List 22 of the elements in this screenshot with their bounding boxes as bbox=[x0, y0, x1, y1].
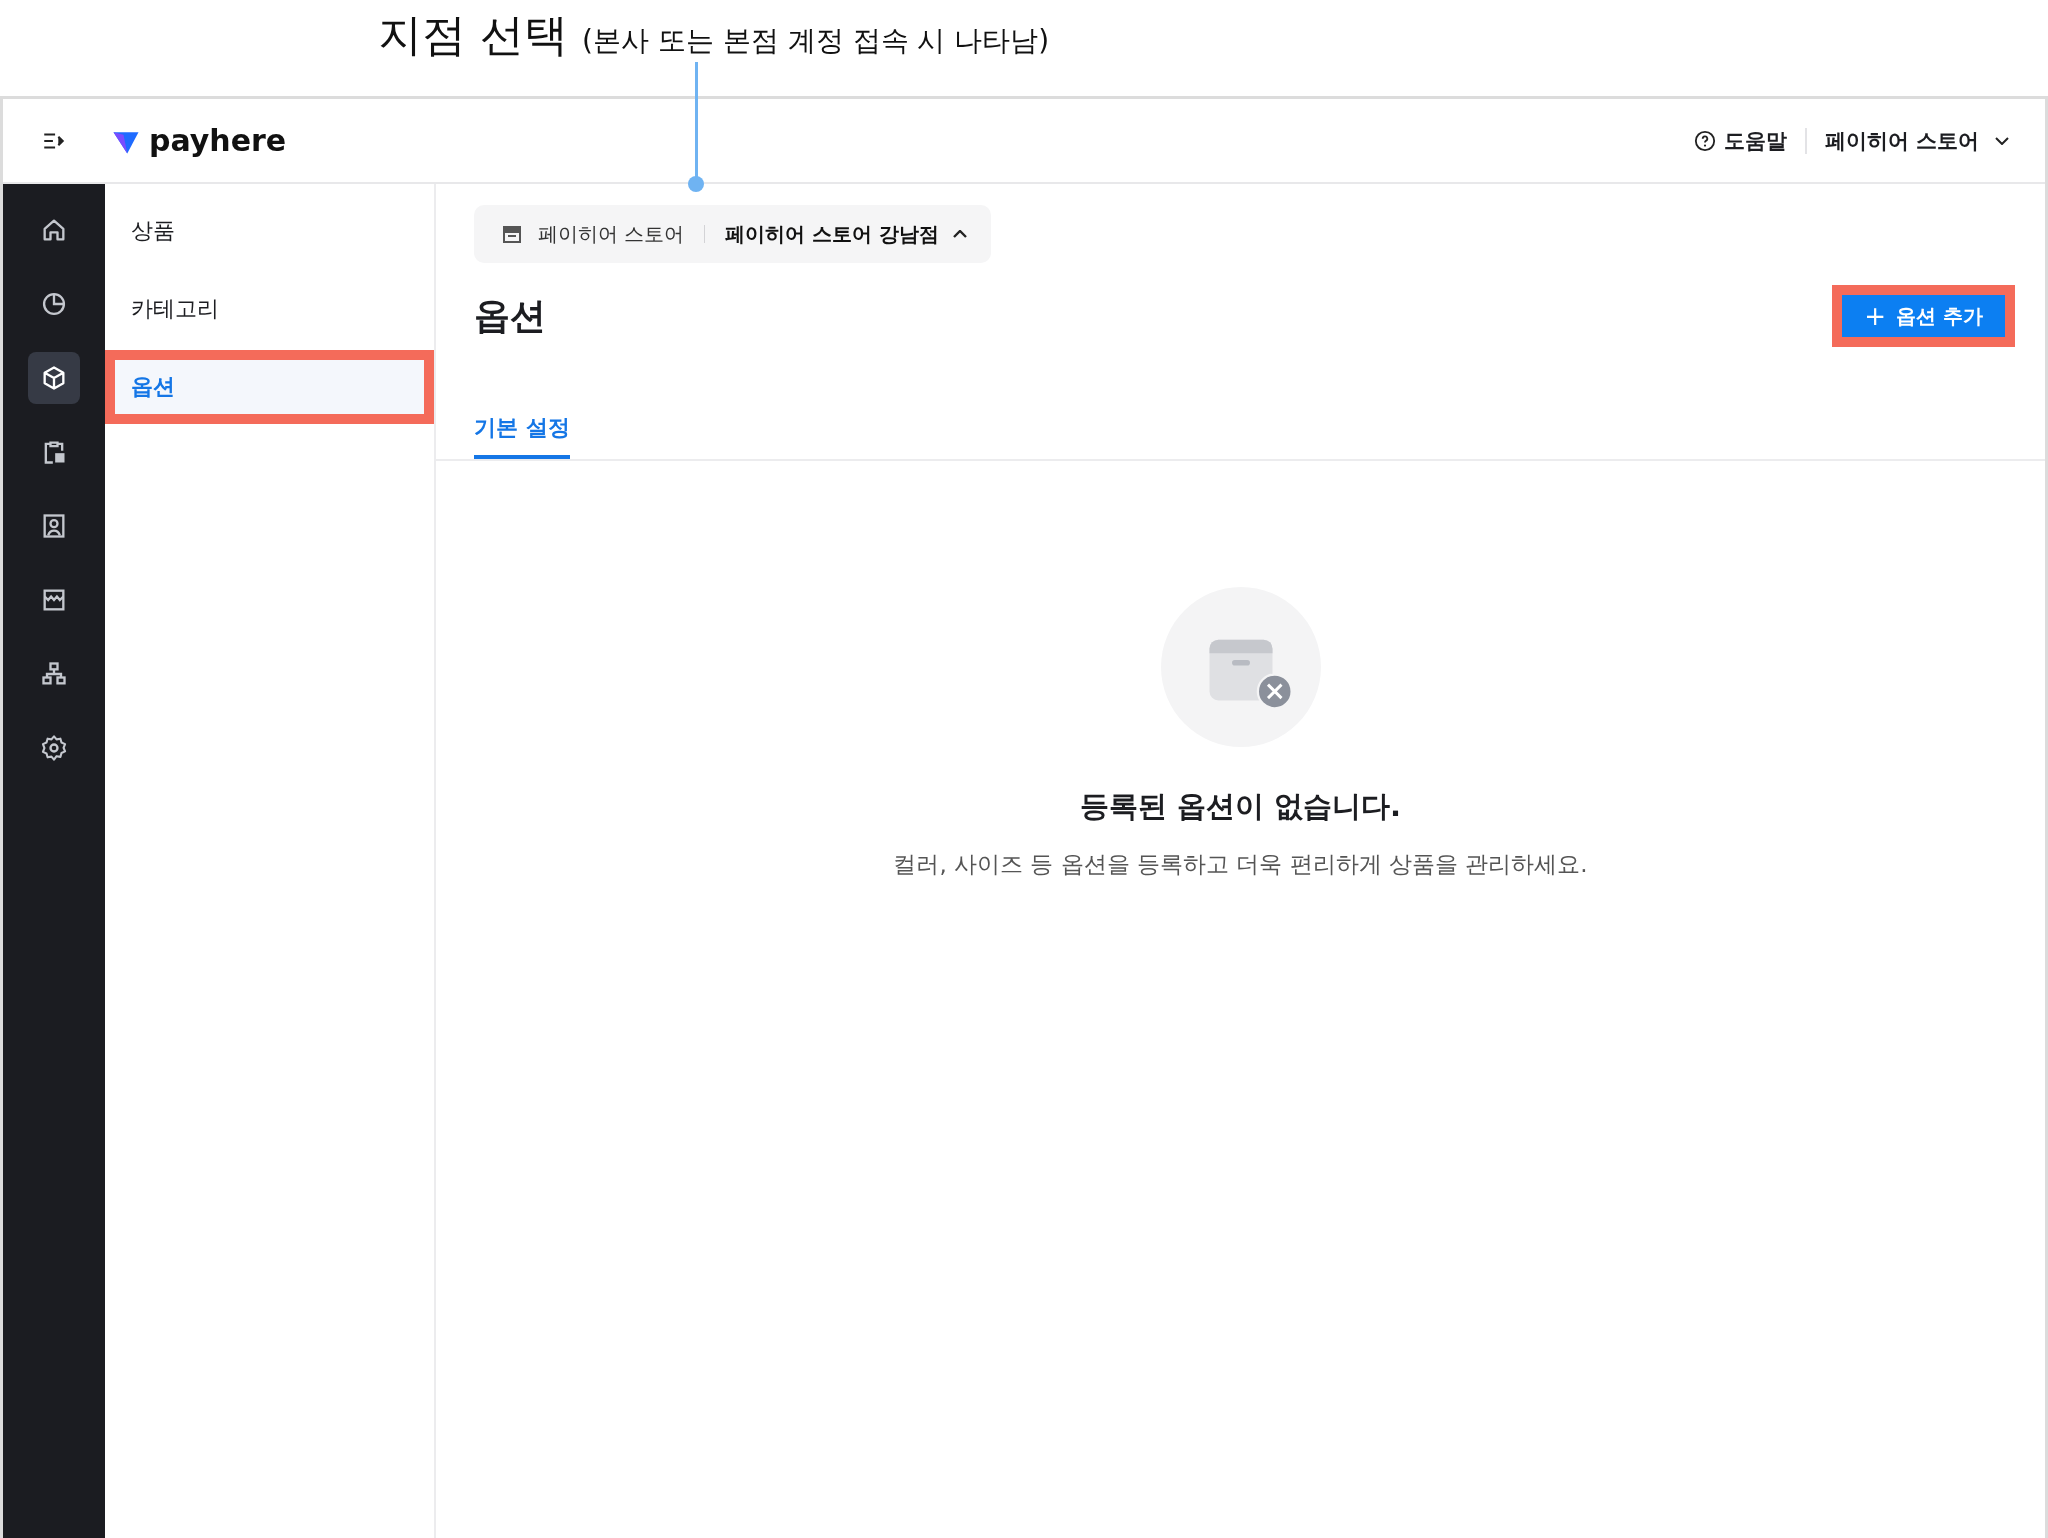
menu-item[interactable]: 카테고리 bbox=[105, 282, 434, 336]
logo-text: payhere bbox=[149, 123, 287, 158]
chevron-down-icon bbox=[1995, 136, 2009, 145]
callout-note: (본사 또는 본점 계정 접속 시 나타남) bbox=[582, 23, 1050, 59]
empty-description: 컬러, 사이즈 등 옵션을 등록하고 더욱 편리하게 상품을 관리하세요. bbox=[893, 850, 1588, 879]
menu-item[interactable]: 옵션 bbox=[105, 350, 434, 424]
account-menu[interactable]: 페이히어 스토어 bbox=[1824, 126, 2009, 155]
empty-title: 등록된 옵션이 없습니다. bbox=[1079, 788, 1402, 825]
settings-icon bbox=[40, 734, 68, 762]
branch-selector[interactable]: 페이히어 스토어 페이히어 스토어 강남점 bbox=[474, 205, 992, 263]
pie-chart-icon bbox=[40, 290, 68, 318]
store-name: 페이히어 스토어 bbox=[538, 220, 685, 248]
help-icon bbox=[1693, 129, 1716, 152]
nav-button[interactable] bbox=[28, 352, 80, 404]
tab[interactable]: 기본 설정 bbox=[474, 413, 570, 459]
hierarchy-icon bbox=[40, 660, 68, 688]
menu-item[interactable]: 상품 bbox=[105, 204, 434, 258]
branch-name: 페이히어 스토어 강남점 bbox=[725, 220, 940, 248]
help-button[interactable]: 도움말 bbox=[1693, 126, 1787, 155]
add-option-button[interactable]: + 옵션 추가 bbox=[1842, 295, 2005, 337]
callout-title: 지점 선택 bbox=[378, 8, 568, 62]
page-title: 옵션 bbox=[474, 293, 546, 338]
